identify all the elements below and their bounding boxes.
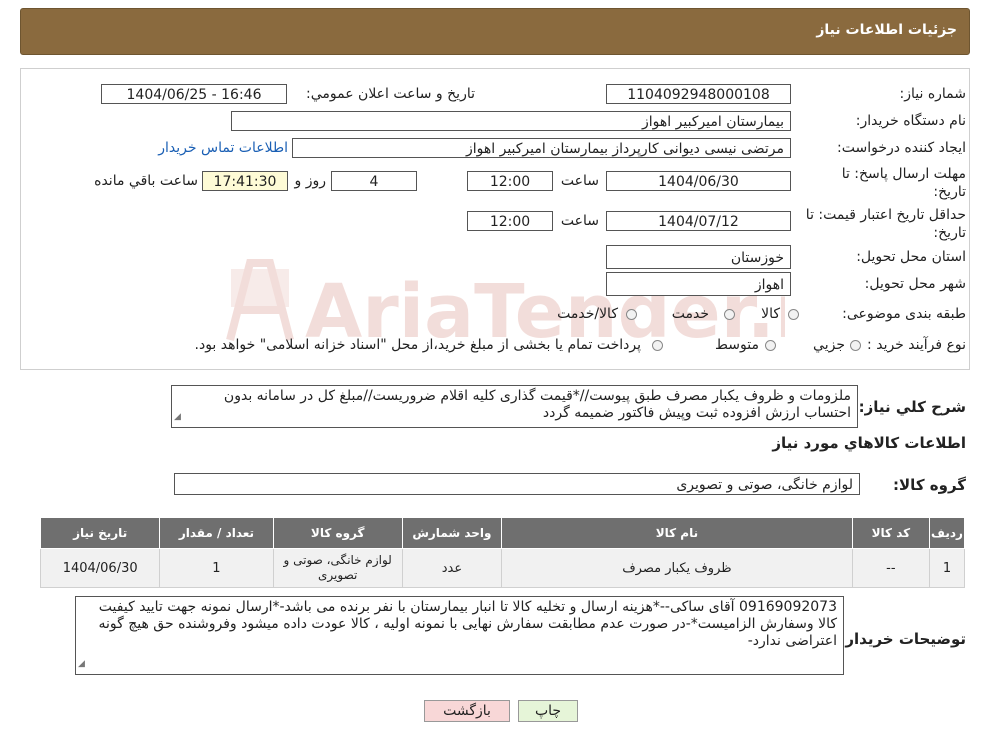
category-service-radio[interactable] [724, 309, 735, 320]
province-label: استان محل تحويل: [856, 249, 966, 265]
price-validity-time-label: ساعت [560, 213, 599, 229]
treasury-payment-checkbox[interactable] [652, 340, 663, 351]
col-code-header: کد کالا [851, 517, 930, 549]
purchase-medium-label: متوسط [715, 337, 759, 353]
cell-code: -- [851, 548, 930, 588]
reply-days-field: 4 [331, 171, 417, 191]
announce-datetime-label: تاریخ و ساعت اعلان عمومي: [306, 86, 475, 102]
buyer-contact-link[interactable]: اطلاعات تماس خريدار [158, 140, 288, 156]
col-qty-header: تعداد / مقدار [159, 517, 274, 549]
remaining-time-label: ساعت باقي مانده [94, 173, 198, 189]
col-unit-header: واحد شمارش [401, 517, 503, 549]
buyer-notes-label: توضيحات خريدار: [839, 630, 966, 648]
category-service-label: خدمت [671, 306, 709, 322]
purchase-minor-radio[interactable] [850, 340, 861, 351]
category-goods-label: کالا [761, 306, 780, 322]
goods-group-label: گروه کالا: [893, 476, 966, 494]
page-header: جزئیات اطلاعات نیاز [20, 8, 970, 55]
cell-qty: 1 [159, 548, 274, 588]
page-title: جزئیات اطلاعات نیاز [816, 22, 957, 38]
announce-datetime-field: 1404/06/25 - 16:46 [101, 84, 287, 104]
category-goods-radio[interactable] [788, 309, 799, 320]
category-goods-service-radio[interactable] [626, 309, 637, 320]
need-number-label: شماره نیاز: [899, 86, 967, 102]
treasury-payment-note: پرداخت تمام یا بخشی از مبلغ خرید،از محل … [194, 337, 641, 353]
requester-label: ايجاد کننده درخواست: [837, 140, 966, 156]
goods-group-field: لوازم خانگی، صوتی و تصویری [174, 473, 860, 495]
description-textarea: ملزومات و ظروف یکبار مصرف طبق پیوست//*قی… [171, 385, 858, 428]
cell-name: ظروف یکبار مصرف [501, 548, 853, 588]
category-goods-service-label: کالا/خدمت [557, 306, 618, 322]
price-validity-date-field: 1404/07/12 [606, 211, 791, 231]
buyer-notes-text: 09169092073 آقای ساکی--*هزینه ارسال و تخ… [98, 599, 837, 649]
table-row: 1 -- ظروف یکبار مصرف عدد لوازم خانگی، صو… [39, 548, 966, 588]
cell-unit: عدد [401, 548, 503, 588]
resize-grip-icon[interactable]: ◢ [174, 409, 181, 426]
cell-row: 1 [928, 548, 966, 588]
reply-deadline-time-field: 12:00 [467, 171, 553, 191]
buyer-org-label: نام دستگاه خريدار: [855, 113, 966, 129]
resize-grip-icon[interactable]: ◢ [78, 656, 85, 673]
city-field: اهواز [606, 272, 791, 296]
remaining-time-field: 17:41:30 [202, 171, 288, 191]
category-label: طبقه بندی موضوعی: [842, 306, 966, 322]
cell-group: لوازم خانگی، صوتی و تصویری [272, 548, 403, 588]
back-button[interactable]: بازگشت [424, 700, 510, 722]
cell-date: 1404/06/30 [39, 548, 161, 588]
reply-deadline-time-label: ساعت [560, 173, 599, 189]
print-button[interactable]: چاپ [518, 700, 578, 722]
need-number-field: 1104092948000108 [606, 84, 791, 104]
col-date-header: تاريخ نياز [39, 517, 161, 549]
requester-field: مرتضی نیسی دیوانی کارپرداز بیمارستان امی… [292, 138, 791, 158]
city-label: شهر محل تحويل: [864, 276, 966, 292]
col-group-header: گروه کالا [272, 517, 403, 549]
price-validity-label: حداقل تاريخ اعتبار قيمت: تا تاريخ: [805, 207, 966, 241]
price-validity-time-field: 12:00 [467, 211, 553, 231]
buyer-org-field: بیمارستان امیرکبیر اهواز [231, 111, 791, 131]
col-row-header: رديف [928, 517, 966, 549]
reply-deadline-label: مهلت ارسال پاسخ: تا تاريخ: [841, 166, 966, 200]
purchase-type-label: نوع فرآيند خريد : [867, 337, 966, 353]
table-header-row: رديف کد کالا نام کالا واحد شمارش گروه کا… [39, 517, 966, 549]
description-label: شرح كلي نياز: [858, 398, 966, 416]
col-name-header: نام کالا [501, 517, 853, 549]
description-text: ملزومات و ظروف یکبار مصرف طبق پیوست//*قی… [223, 388, 851, 421]
purchase-medium-radio[interactable] [765, 340, 776, 351]
goods-section-title: اطلاعات كالاهاي مورد نياز [772, 434, 966, 452]
province-field: خوزستان [606, 245, 791, 269]
buyer-notes-textarea: 09169092073 آقای ساکی--*هزینه ارسال و تخ… [75, 596, 844, 675]
purchase-minor-label: جزيي [813, 337, 845, 353]
reply-deadline-date-field: 1404/06/30 [606, 171, 791, 191]
reply-days-label: روز و [294, 173, 327, 189]
goods-table: رديف کد کالا نام کالا واحد شمارش گروه کا… [39, 517, 966, 588]
